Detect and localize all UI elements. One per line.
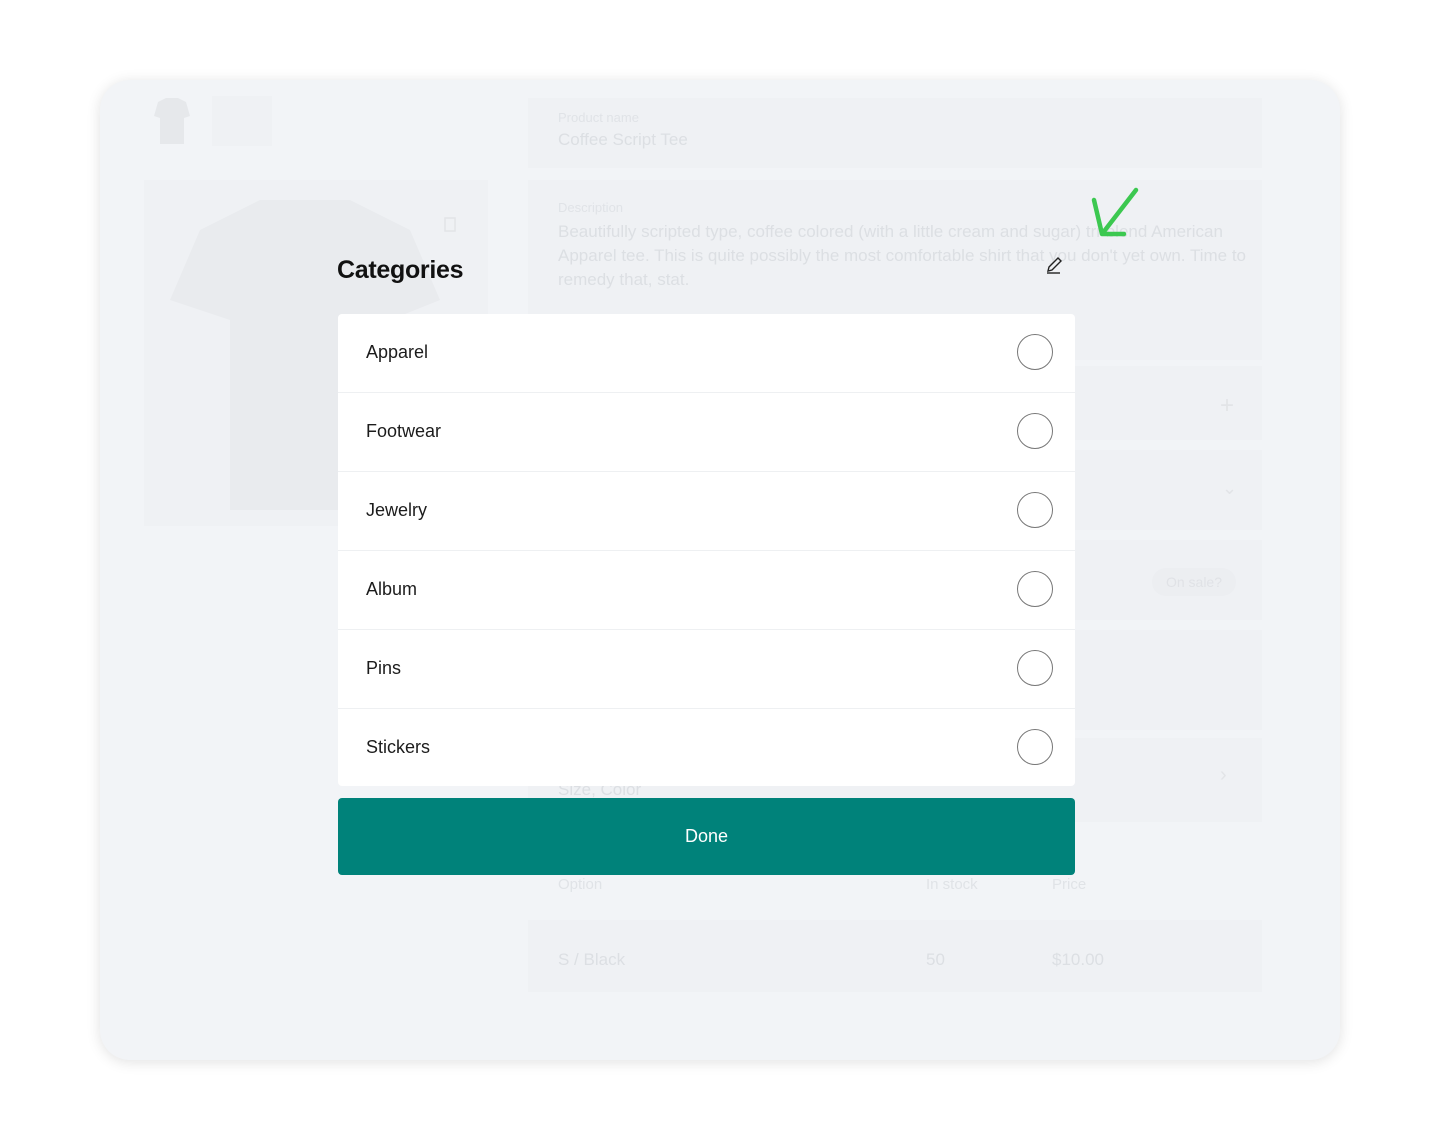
modal-title: Categories — [337, 256, 464, 284]
category-option-jewelry[interactable]: Jewelry — [338, 472, 1075, 551]
radio-button[interactable] — [1017, 413, 1053, 449]
radio-button[interactable] — [1017, 571, 1053, 607]
table-header-stock: In stock — [926, 876, 978, 893]
product-name-label: Product name — [558, 110, 639, 125]
chevron-down-icon[interactable]: ⌄ — [1222, 478, 1237, 499]
product-name-value: Coffee Script Tee — [558, 130, 688, 149]
radio-button[interactable] — [1017, 650, 1053, 686]
category-label: Jewelry — [366, 500, 428, 520]
table-cell-stock: 50 — [926, 950, 945, 969]
category-label: Footwear — [366, 421, 442, 441]
radio-button[interactable] — [1017, 492, 1053, 528]
category-option-album[interactable]: Album — [338, 551, 1075, 630]
plus-icon[interactable]: + — [1220, 392, 1234, 420]
category-option-stickers[interactable]: Stickers — [338, 709, 1075, 787]
tshirt-icon — [154, 98, 190, 144]
pencil-icon — [1047, 257, 1062, 274]
thumbnail-slot[interactable] — [212, 96, 272, 146]
radio-button[interactable] — [1017, 729, 1053, 765]
table-cell-price: $10.00 — [1052, 950, 1104, 969]
arrow-annotation-icon — [1091, 187, 1139, 237]
table-cell-option: S / Black — [558, 950, 626, 969]
category-label: Apparel — [366, 342, 429, 362]
category-label: Stickers — [366, 737, 431, 757]
category-option-footwear[interactable]: Footwear — [338, 393, 1075, 472]
description-label: Description — [558, 200, 624, 215]
chevron-right-icon[interactable]: › — [1220, 764, 1227, 787]
category-label: Album — [366, 579, 418, 599]
description-value: Beautifully scripted type, coffee colore… — [558, 222, 1246, 289]
on-sale-toggle[interactable]: On sale? — [1152, 568, 1236, 596]
trash-icon[interactable] — [442, 214, 458, 232]
table-header-option: Option — [558, 876, 603, 893]
table-header-price: Price — [1052, 876, 1087, 893]
category-label: Pins — [366, 658, 402, 678]
done-button[interactable]: Done — [338, 798, 1075, 875]
table-row[interactable] — [528, 920, 1262, 992]
category-list: Apparel Footwear Jewelry Album Pins Stic… — [338, 314, 1075, 786]
category-option-apparel[interactable]: Apparel — [338, 314, 1075, 393]
radio-button[interactable] — [1017, 334, 1053, 370]
category-option-pins[interactable]: Pins — [338, 630, 1075, 709]
